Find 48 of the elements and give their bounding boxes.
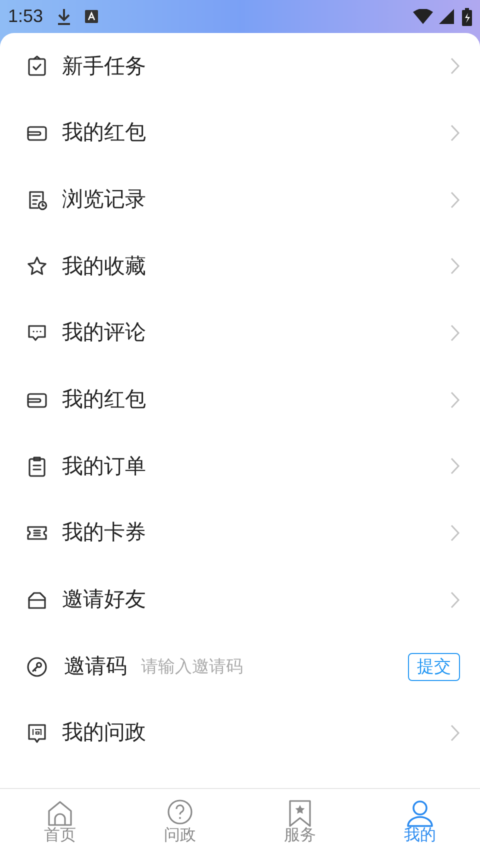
invite-code-label: 邀请码 [64,654,127,680]
menu-item[interactable]: 我的红包 [0,366,480,434]
invite-code-field[interactable]: 请输入邀请码 [141,654,408,680]
chevron-right-icon [450,390,460,409]
menu-label: 我的订单 [62,454,146,480]
menu-label: 我的问政 [62,720,146,746]
key-icon [26,656,48,678]
menu-label: 新手任务 [62,54,146,80]
clock-time: 1:53 [8,5,44,28]
clipboard-icon [26,455,48,478]
menu-item[interactable]: 我的订单 [0,433,480,500]
star-icon [26,255,48,278]
home-icon [46,798,74,826]
menu-item[interactable]: 我的红包 [0,100,480,166]
help-icon [166,798,194,826]
menu-label: 我的红包 [62,120,146,146]
menu-label: 邀请好友 [62,587,146,614]
signal-icon [439,9,454,24]
menu-label: 我的卡券 [62,520,146,546]
chevron-right-icon [450,257,460,276]
menu-item[interactable]: 我的问政 [0,700,480,767]
menu-label: 我的红包 [62,387,146,414]
chevron-right-icon [450,524,460,542]
user-icon [406,798,434,826]
battery-icon [462,8,472,26]
menu-item[interactable]: 我的卡券 [0,500,480,566]
chevron-right-icon [450,590,460,609]
clipboard-check-icon [26,55,48,78]
menu-item[interactable]: 新手任务 [0,33,480,100]
history-icon [26,188,48,211]
chevron-right-icon [450,324,460,342]
menu-label: 浏览记录 [62,186,146,213]
question-bubble-icon [26,722,48,744]
chevron-right-icon [450,124,460,142]
menu-label: 我的评论 [62,320,146,346]
bookmark-star-icon [286,798,314,826]
wifi-icon [413,9,433,24]
menu-item[interactable]: 我的收藏 [0,233,480,300]
menu-item[interactable]: 邀请好友 [0,566,480,634]
download-icon [57,8,72,25]
menu-item[interactable]: 浏览记录 [0,166,480,234]
app-notification-icon [85,10,98,23]
menu-item[interactable]: 我的评论 [0,300,480,366]
chevron-right-icon [450,57,460,76]
menu-label: 我的收藏 [62,254,146,280]
chevron-right-icon [450,190,460,209]
chevron-right-icon [450,724,460,742]
chevron-right-icon [450,457,460,476]
